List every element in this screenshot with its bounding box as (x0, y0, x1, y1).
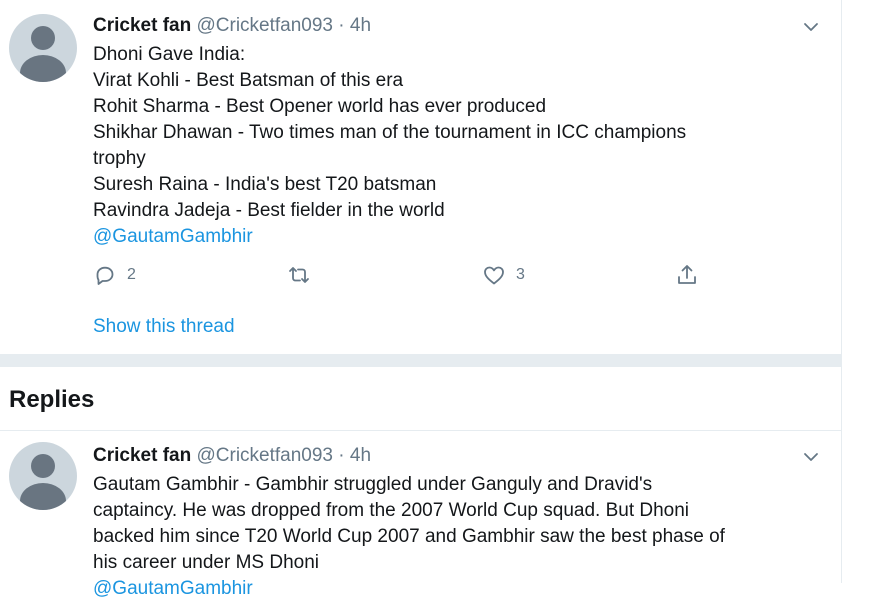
tweet-line: Suresh Raina - India's best T20 batsman (93, 174, 437, 195)
column-border (841, 0, 842, 583)
retweet-icon (289, 267, 309, 283)
tweet-line: Dhoni Gave India: (93, 44, 246, 65)
avatar[interactable] (9, 14, 77, 82)
display-name[interactable]: Cricket fan (93, 15, 191, 36)
tweet-text: Dhoni Gave India: Virat Kohli - Best Bat… (93, 42, 686, 250)
tweet-header: Cricket fan @Cricketfan093 · 4h (93, 15, 371, 37)
tweet-line: Rohit Sharma - Best Opener world has eve… (93, 96, 547, 117)
mention-link[interactable]: @GautamGambhir (93, 576, 725, 602)
tweet-line: trophy (93, 148, 146, 169)
show-thread-link[interactable]: Show this thread (93, 316, 235, 338)
tweet-line: Ravindra Jadeja - Best fielder in the wo… (93, 200, 445, 221)
divider (0, 430, 842, 431)
mention-link[interactable]: @GautamGambhir (93, 224, 686, 250)
share-icon (678, 265, 696, 284)
reply-header: Cricket fan @Cricketfan093 · 4h (93, 445, 371, 467)
reply-count: 2 (127, 266, 136, 283)
tweet-line: captaincy. He was dropped from the 2007 … (93, 500, 690, 521)
tweet-time[interactable]: · 4h (338, 15, 371, 36)
display-name[interactable]: Cricket fan (93, 445, 191, 466)
tweet-line: backed him since T20 World Cup 2007 and … (93, 526, 725, 547)
heart-icon (484, 266, 504, 285)
user-handle[interactable]: @Cricketfan093 (196, 445, 333, 466)
reply-icon (96, 266, 114, 285)
chevron-down-icon[interactable] (802, 448, 820, 466)
share-button[interactable] (675, 262, 699, 288)
replies-heading: Replies (9, 386, 95, 413)
chevron-down-icon[interactable] (802, 18, 820, 36)
reply-button[interactable]: 2 (93, 262, 136, 288)
avatar[interactable] (9, 442, 77, 510)
tweet-line: Virat Kohli - Best Batsman of this era (93, 70, 404, 91)
tweet-line: Gautam Gambhir - Gambhir struggled under… (93, 474, 653, 495)
like-button[interactable]: 3 (482, 262, 525, 288)
like-count: 3 (516, 266, 525, 283)
tweet-line: Shikhar Dhawan - Two times man of the to… (93, 122, 687, 143)
user-handle[interactable]: @Cricketfan093 (196, 15, 333, 36)
timeline-column: Cricket fan @Cricketfan093 · 4h Dhoni Ga… (0, 0, 842, 599)
tweet-time[interactable]: · 4h (338, 445, 371, 466)
section-separator (0, 354, 842, 367)
retweet-button[interactable] (285, 262, 313, 288)
tweet-line: his career under MS Dhoni (93, 552, 319, 573)
